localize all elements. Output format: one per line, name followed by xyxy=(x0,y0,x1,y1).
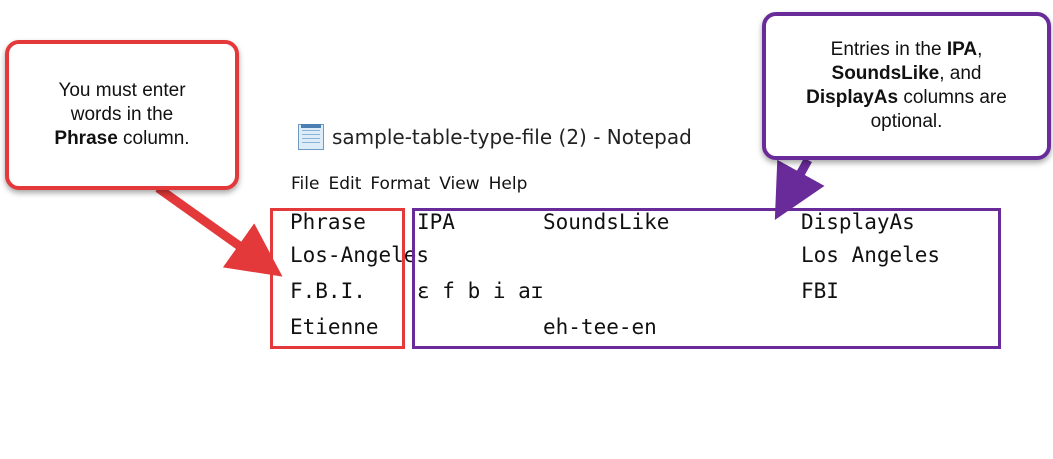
callout-text: column. xyxy=(117,128,190,149)
menu-file[interactable]: File xyxy=(290,174,320,200)
callout-text: columns are xyxy=(898,87,1007,108)
callout-bold-term: Phrase xyxy=(54,128,118,149)
callout-bold-term: IPA xyxy=(946,39,978,60)
menu-help[interactable]: Help xyxy=(488,174,529,200)
callout-text: optional. xyxy=(870,111,943,132)
window-title: sample-table-type-file (2) - Notepad xyxy=(332,125,692,149)
callout-text: Entries in the xyxy=(830,39,947,60)
menu-format[interactable]: Format xyxy=(369,174,431,200)
red-arrow xyxy=(155,184,283,277)
menu-view[interactable]: View xyxy=(438,174,480,200)
callout-bold-term: DisplayAs xyxy=(806,87,899,108)
menu-bar: File Edit Format View Help xyxy=(290,174,528,200)
callout-text: , and xyxy=(939,63,982,84)
callout-bold-term: SoundsLike xyxy=(831,63,940,84)
callout-text: You must enter xyxy=(58,80,186,101)
optional-columns-highlight xyxy=(412,208,1001,349)
phrase-callout: You must enter words in the Phrase colum… xyxy=(5,40,239,190)
purple-arrow xyxy=(774,157,825,221)
menu-edit[interactable]: Edit xyxy=(327,174,362,200)
notepad-title-bar: sample-table-type-file (2) - Notepad xyxy=(298,122,692,152)
phrase-column-highlight xyxy=(270,208,405,349)
callout-text: , xyxy=(977,39,983,60)
callout-text: words in the xyxy=(70,104,174,125)
optional-columns-callout: Entries in the IPA, SoundsLike, and Disp… xyxy=(762,12,1051,160)
notepad-icon xyxy=(298,124,324,150)
